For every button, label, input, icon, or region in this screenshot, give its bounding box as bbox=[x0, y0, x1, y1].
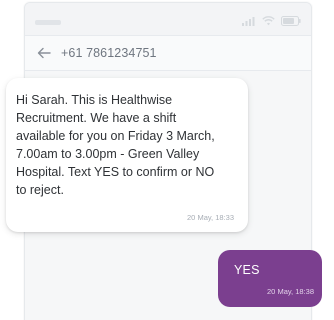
outgoing-message-timestamp: 20 May, 18:38 bbox=[267, 287, 314, 296]
contact-number: +61 7861234751 bbox=[61, 46, 157, 60]
outgoing-message-bubble: YES 20 May, 18:38 bbox=[218, 250, 322, 307]
signal-icon bbox=[242, 13, 256, 31]
incoming-message-bubble: Hi Sarah. This is Healthwise Recruitment… bbox=[6, 78, 248, 232]
status-icons bbox=[242, 14, 301, 30]
sms-conversation-screen: +61 7861234751 Hi Sarah. This is Healthw… bbox=[0, 0, 334, 320]
outgoing-message-text: YES bbox=[234, 263, 260, 277]
incoming-message-timestamp: 20 May, 18:33 bbox=[187, 213, 234, 222]
status-bar bbox=[25, 3, 311, 35]
conversation-header: +61 7861234751 bbox=[25, 35, 311, 71]
battery-icon bbox=[281, 13, 301, 31]
back-arrow-icon[interactable] bbox=[35, 44, 53, 62]
carrier-placeholder bbox=[35, 20, 61, 25]
incoming-message-text: Hi Sarah. This is Healthwise Recruitment… bbox=[16, 93, 215, 197]
wifi-icon bbox=[262, 13, 275, 31]
